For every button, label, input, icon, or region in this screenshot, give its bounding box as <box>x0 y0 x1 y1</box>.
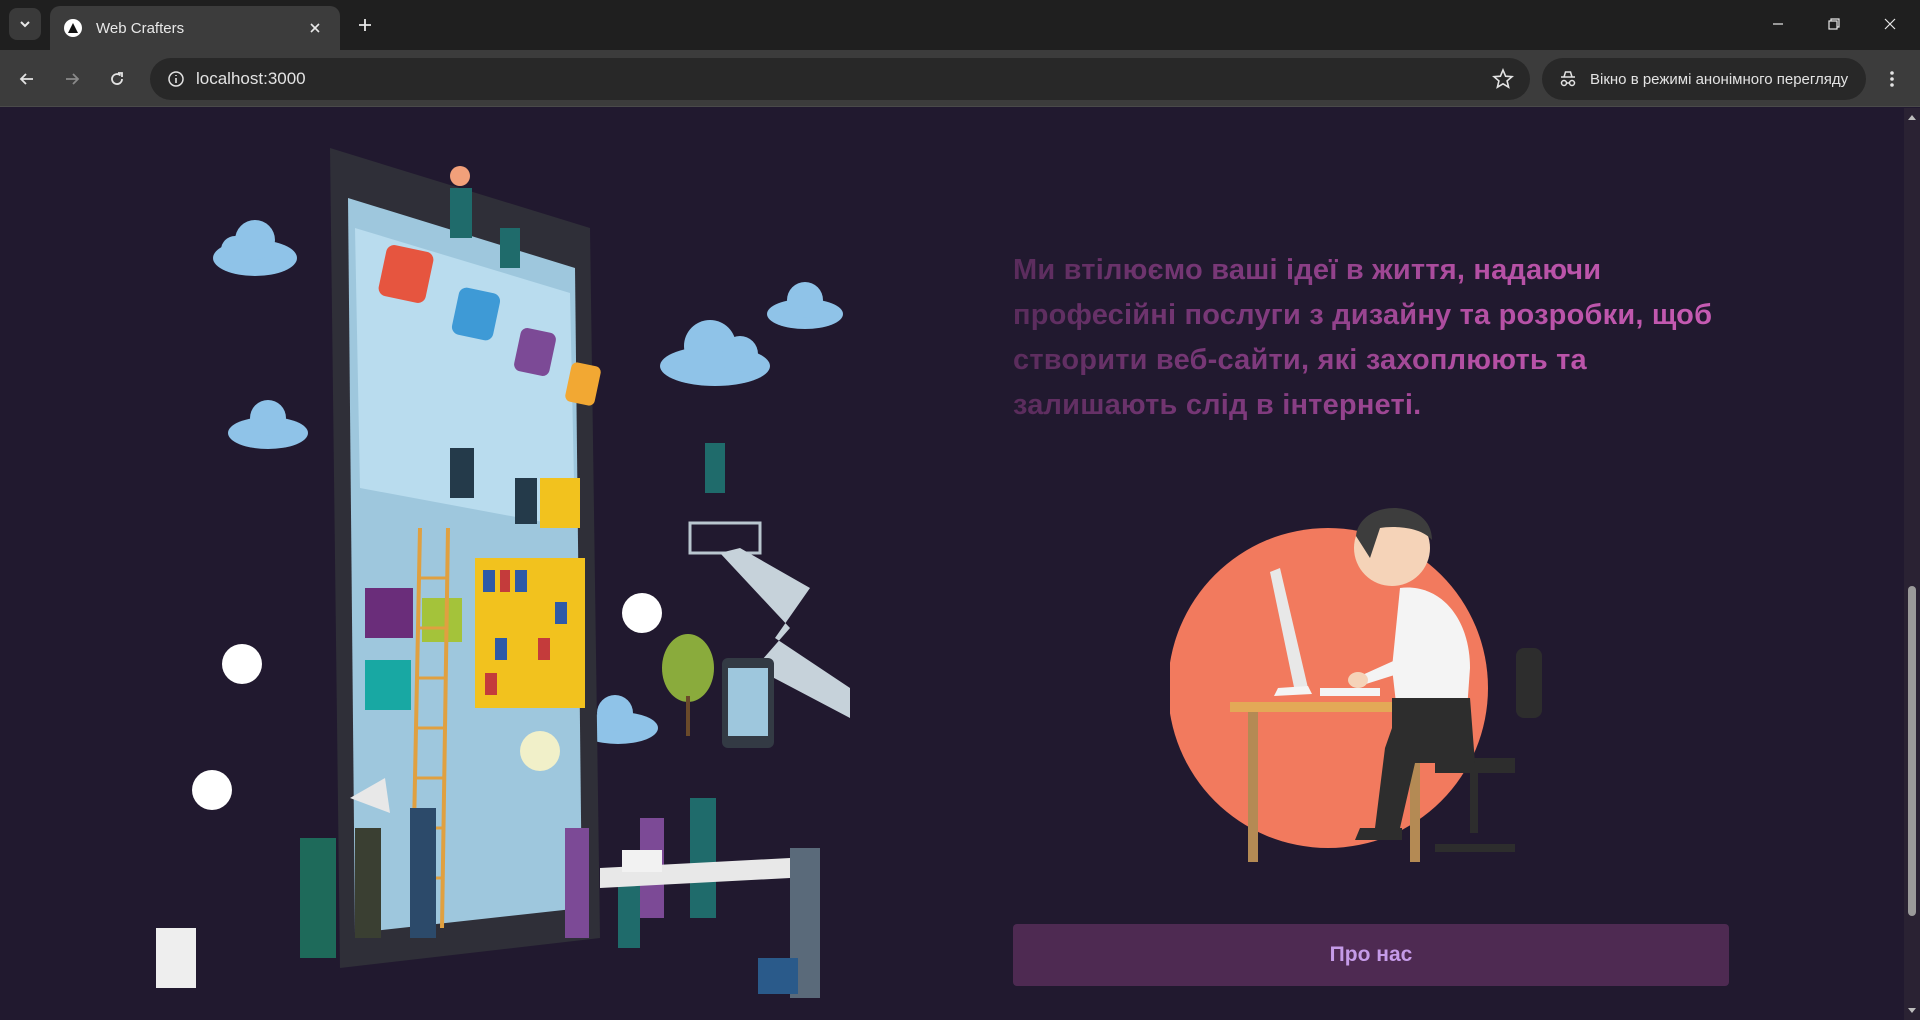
active-tab[interactable]: Web Crafters <box>50 6 340 50</box>
plus-icon <box>359 19 371 31</box>
browser-menu-button[interactable] <box>1876 63 1908 95</box>
developer-illustration <box>1170 507 1542 862</box>
tab-strip: Web Crafters <box>0 0 1920 50</box>
scroll-down-icon[interactable] <box>1904 1004 1920 1018</box>
close-window-button[interactable] <box>1862 0 1918 48</box>
reload-button[interactable] <box>101 63 133 95</box>
scrollbar-thumb[interactable] <box>1908 586 1916 916</box>
close-icon <box>1884 18 1896 30</box>
close-icon <box>310 23 320 33</box>
incognito-icon <box>1560 71 1576 87</box>
about-us-button[interactable]: Про нас <box>1013 924 1729 986</box>
kebab-menu-icon <box>1890 71 1894 87</box>
minimize-button[interactable] <box>1750 0 1806 48</box>
chevron-down-icon <box>20 21 30 28</box>
incognito-indicator[interactable]: Вікно в режимі анонімного перегляду <box>1542 58 1866 100</box>
hero-description: Ми втілюємо ваші ідеї в життя, надаючи п… <box>1013 248 1713 428</box>
restore-icon <box>1828 18 1840 30</box>
url-text: localhost:3000 <box>196 69 306 88</box>
hero-illustration <box>156 148 850 998</box>
new-tab-button[interactable] <box>352 12 378 38</box>
forward-button[interactable] <box>56 63 88 95</box>
minimize-icon <box>1773 23 1783 25</box>
forward-icon <box>66 73 80 85</box>
site-info-button[interactable] <box>162 65 190 93</box>
site-info-icon <box>168 71 184 87</box>
tab-close-button[interactable] <box>304 17 326 39</box>
page-scrollbar[interactable] <box>1904 108 1920 1020</box>
reload-icon <box>111 72 123 85</box>
back-button[interactable] <box>11 63 43 95</box>
address-bar[interactable]: localhost:3000 <box>150 58 1530 100</box>
back-icon <box>19 73 33 85</box>
browser-toolbar: localhost:3000 Вікно в режимі анонімного… <box>0 50 1920 107</box>
page-viewport: Ми втілюємо ваші ідеї в життя, надаючи п… <box>0 108 1904 1020</box>
favicon-icon <box>64 19 82 37</box>
restore-button[interactable] <box>1806 0 1862 48</box>
tab-list-button[interactable] <box>9 8 41 40</box>
tab-title: Web Crafters <box>96 19 185 37</box>
star-icon[interactable] <box>1492 68 1514 90</box>
incognito-label: Вікно в режимі анонімного перегляду <box>1590 70 1849 88</box>
scroll-up-icon[interactable] <box>1904 110 1920 124</box>
